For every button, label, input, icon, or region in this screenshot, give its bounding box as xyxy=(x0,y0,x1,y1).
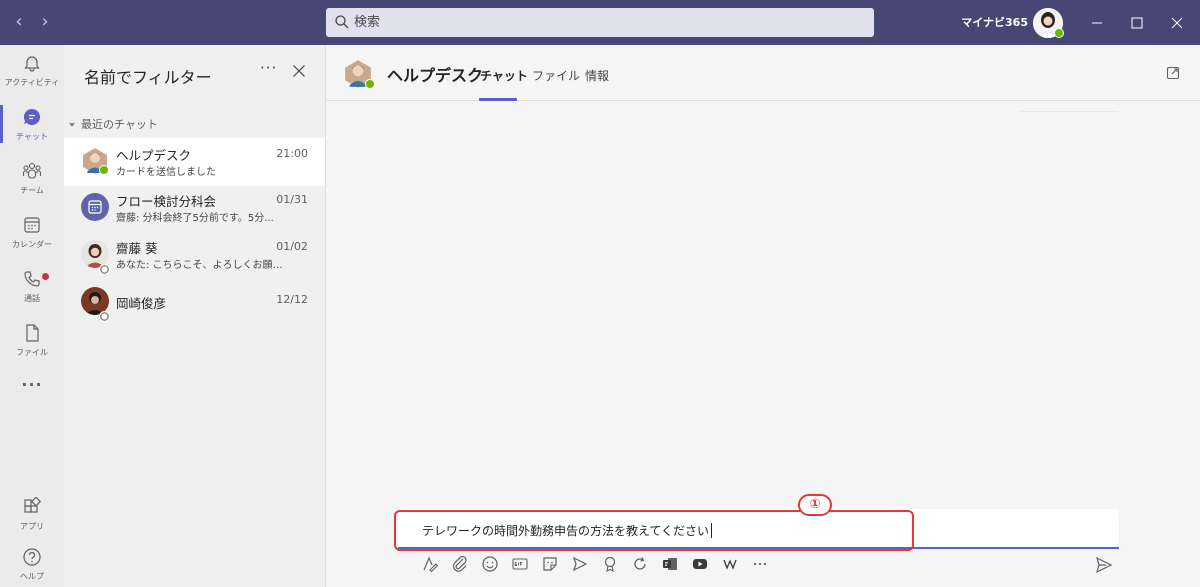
chat-list-panel: 名前でフィルター ··· 最近のチャット ヘルプデスク 21:00 カードを送信… xyxy=(64,45,326,587)
video-icon[interactable] xyxy=(690,554,710,574)
rail-label: アプリ xyxy=(20,522,44,531)
rail-item-calls[interactable]: 通話 xyxy=(0,261,64,313)
avatar xyxy=(81,193,109,221)
chevron-down-icon xyxy=(69,123,75,127)
rail-label: チャット xyxy=(16,132,48,141)
presence-available-icon xyxy=(1054,28,1064,38)
tab-chat[interactable]: チャット xyxy=(480,67,528,84)
phone-icon xyxy=(24,271,40,287)
forms-icon[interactable] xyxy=(660,554,680,574)
chat-item-helpdesk[interactable]: ヘルプデスク 21:00 カードを送信しました xyxy=(64,138,325,186)
title-bar: ‹ › マイナビ365 xyxy=(0,0,1200,45)
sticker-icon[interactable] xyxy=(540,554,560,574)
rail-label: カレンダー xyxy=(12,240,52,249)
chat-time: 21:00 xyxy=(276,147,308,160)
rail-item-teams[interactable]: チーム xyxy=(0,153,64,205)
chat-name: 岡崎俊彦 xyxy=(116,296,167,311)
more-options-icon[interactable] xyxy=(750,554,770,574)
notification-dot xyxy=(42,273,49,280)
more-options-icon[interactable]: ··· xyxy=(260,59,277,77)
chat-item-saito[interactable]: 齋藤 葵 01/02 あなた: こちらこそ、よろしくお願いします。 xyxy=(64,231,325,279)
presence-available-icon xyxy=(99,165,109,175)
chat-main: ヘルプデスク チャット ファイル 情報 テレワークの時間外勤務申告の方法を教えて… xyxy=(326,45,1200,587)
section-label: 最近のチャット xyxy=(81,118,158,131)
close-window-icon[interactable] xyxy=(1164,10,1190,36)
apps-icon xyxy=(24,497,42,513)
forward-arrow-icon[interactable]: › xyxy=(34,11,56,33)
step-callout: ① xyxy=(798,494,832,516)
rail-label: ヘルプ xyxy=(20,572,44,581)
rail-item-files[interactable]: ファイル xyxy=(0,315,64,367)
file-icon xyxy=(26,324,39,342)
divider xyxy=(1020,111,1118,112)
search-icon xyxy=(335,15,349,29)
minimize-icon[interactable] xyxy=(1084,10,1110,36)
more-apps-icon[interactable]: ··· xyxy=(0,375,64,394)
rail-item-activity[interactable]: アクティビティ xyxy=(0,45,64,97)
chat-title: ヘルプデスク xyxy=(387,66,484,85)
app-rail: アクティビティ チャット チーム カレンダー 通話 ファイル ··· アプリ ヘ… xyxy=(0,45,64,587)
presence-offline-icon xyxy=(99,264,110,275)
back-arrow-icon[interactable]: ‹ xyxy=(8,11,30,33)
emoji-icon[interactable] xyxy=(480,554,500,574)
chat-time: 01/31 xyxy=(276,193,308,206)
attach-icon[interactable] xyxy=(450,554,470,574)
tenant-name[interactable]: マイナビ365 xyxy=(960,14,1028,30)
presence-available-icon xyxy=(365,79,375,89)
loop-icon[interactable] xyxy=(630,554,650,574)
rail-item-chat[interactable]: チャット xyxy=(0,99,64,151)
praise-icon[interactable] xyxy=(600,554,620,574)
rail-item-apps[interactable]: アプリ xyxy=(0,489,64,541)
search-box[interactable] xyxy=(326,8,874,37)
section-recent-chats[interactable]: 最近のチャット xyxy=(69,116,158,132)
chat-time: 12/12 xyxy=(276,293,308,306)
filter-title[interactable]: 名前でフィルター xyxy=(84,64,212,88)
meet-now-icon[interactable] xyxy=(570,554,590,574)
chat-time: 01/02 xyxy=(276,240,308,253)
tab-files[interactable]: ファイル xyxy=(532,67,580,84)
teams-icon xyxy=(22,162,42,179)
tab-info[interactable]: 情報 xyxy=(585,67,609,84)
chat-icon xyxy=(23,108,41,125)
chat-header: ヘルプデスク チャット ファイル 情報 xyxy=(326,45,1200,101)
rail-item-calendar[interactable]: カレンダー xyxy=(0,207,64,259)
highlight-box xyxy=(394,510,914,551)
rail-label: ファイル xyxy=(16,348,48,357)
meeting-calendar-icon xyxy=(88,200,102,214)
calendar-icon xyxy=(24,217,40,233)
chat-name: 齋藤 葵 xyxy=(116,241,158,256)
bell-icon xyxy=(24,56,40,72)
popout-icon[interactable] xyxy=(1166,66,1180,80)
chat-item-flow-meeting[interactable]: フロー検討分科会 01/31 齋藤: 分科会終了5分前です。5分... xyxy=(64,184,325,232)
chat-name: フロー検討分科会 xyxy=(116,194,217,209)
chat-preview: あなた: こちらこそ、よろしくお願いします。 xyxy=(116,260,288,271)
chat-preview: 齋藤: 分科会終了5分前です。5分... xyxy=(116,213,274,224)
close-icon[interactable] xyxy=(292,64,306,78)
search-input[interactable] xyxy=(354,8,864,37)
maximize-icon[interactable] xyxy=(1124,10,1150,36)
wiki-icon[interactable] xyxy=(720,554,740,574)
presence-offline-icon xyxy=(99,311,110,322)
rail-label: アクティビティ xyxy=(4,78,60,87)
gif-icon[interactable] xyxy=(510,554,530,574)
rail-item-help[interactable]: ヘルプ xyxy=(0,539,64,587)
chat-item-okazaki[interactable]: 岡崎俊彦 12/12 xyxy=(64,278,325,326)
active-tab-indicator xyxy=(479,98,517,101)
chat-preview: カードを送信しました xyxy=(116,167,216,178)
chat-name: ヘルプデスク xyxy=(116,148,192,163)
rail-label: チーム xyxy=(20,186,44,195)
format-icon[interactable] xyxy=(420,554,440,574)
send-icon[interactable] xyxy=(1094,555,1114,575)
help-icon xyxy=(23,548,41,566)
rail-label: 通話 xyxy=(24,294,40,303)
